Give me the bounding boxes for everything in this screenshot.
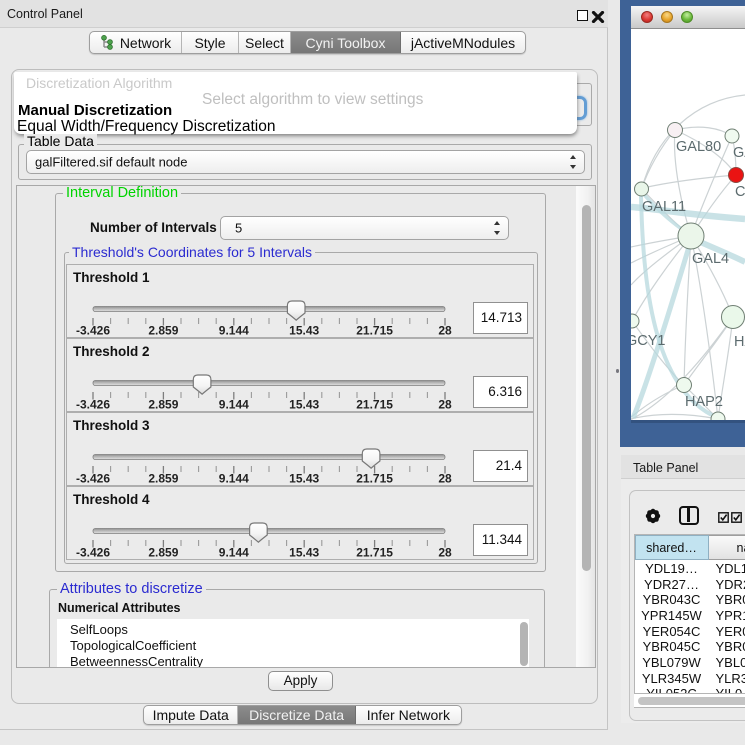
svg-text:2.859: 2.859 — [148, 398, 178, 412]
svg-text:15.43: 15.43 — [289, 472, 319, 486]
svg-text:GAL4: GAL4 — [692, 251, 729, 267]
svg-text:15.43: 15.43 — [289, 546, 319, 560]
svg-text:-3.426: -3.426 — [76, 472, 110, 486]
svg-text:28: 28 — [438, 546, 452, 560]
svg-text:9.144: 9.144 — [219, 546, 249, 560]
svg-text:-3.426: -3.426 — [76, 324, 110, 338]
svg-text:GA: GA — [733, 145, 745, 161]
svg-text:2.859: 2.859 — [148, 546, 178, 560]
svg-text:9.144: 9.144 — [219, 324, 249, 338]
svg-text:2.859: 2.859 — [148, 472, 178, 486]
svg-text:GAL11: GAL11 — [642, 199, 686, 215]
svg-text:28: 28 — [438, 398, 452, 412]
svg-text:9.144: 9.144 — [219, 472, 249, 486]
svg-text:HA: HA — [734, 334, 745, 350]
svg-text:GCY1: GCY1 — [631, 333, 666, 349]
svg-text:21.715: 21.715 — [356, 324, 393, 338]
svg-text:21.715: 21.715 — [356, 472, 393, 486]
svg-text:9.144: 9.144 — [219, 398, 249, 412]
svg-text:C: C — [735, 184, 745, 200]
svg-text:28: 28 — [438, 472, 452, 486]
svg-text:28: 28 — [438, 324, 452, 338]
svg-text:2.859: 2.859 — [148, 324, 178, 338]
svg-text:15.43: 15.43 — [289, 324, 319, 338]
svg-text:15.43: 15.43 — [289, 398, 319, 412]
svg-text:GAL80: GAL80 — [676, 139, 721, 155]
svg-text:21.715: 21.715 — [356, 546, 393, 560]
svg-text:21.715: 21.715 — [356, 398, 393, 412]
svg-text:HAP2: HAP2 — [685, 394, 723, 410]
svg-text:-3.426: -3.426 — [76, 546, 110, 560]
svg-text:-3.426: -3.426 — [76, 398, 110, 412]
